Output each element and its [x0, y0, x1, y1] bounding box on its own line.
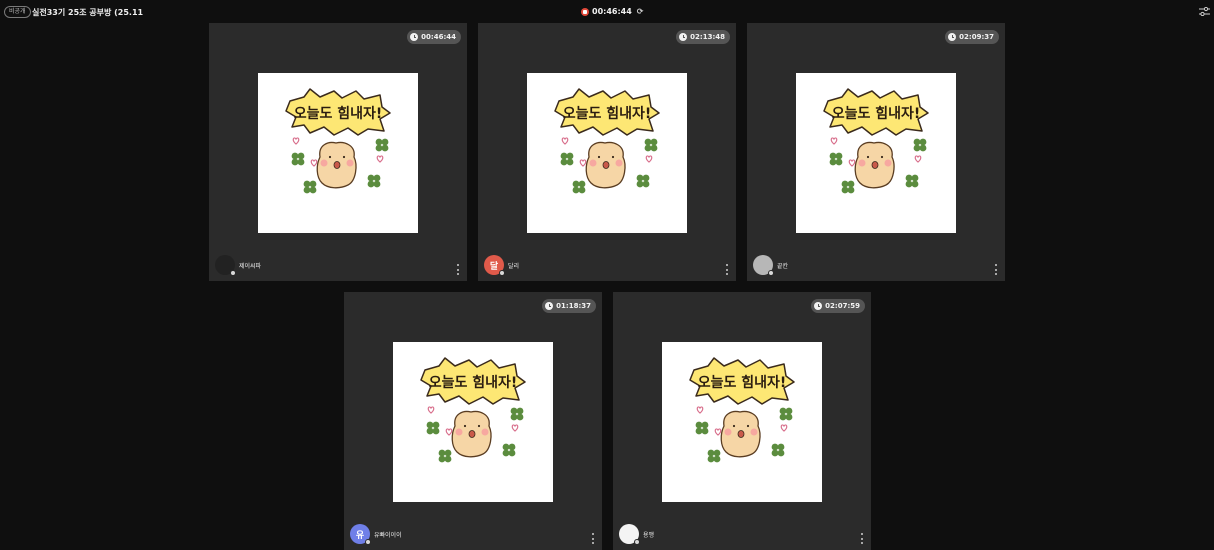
heart-icon — [579, 159, 587, 167]
participant-name: 끝칸 — [777, 262, 789, 270]
session-timer-text: 00:46:44 — [592, 7, 632, 16]
participant-name: 달리 — [508, 262, 520, 270]
heart-icon — [511, 424, 519, 432]
clock-icon — [814, 302, 823, 310]
clock-icon — [545, 302, 554, 310]
sticker-text: 오늘도 힘내자! — [832, 105, 921, 122]
sticker-illustration: 오늘도 힘내자! — [420, 357, 526, 463]
participant-info: 용맹 — [619, 524, 655, 545]
session-timer[interactable]: 00:46:44 ⟳ — [581, 7, 644, 16]
status-icon — [230, 270, 236, 276]
visibility-badge: 비공개 — [4, 6, 31, 18]
sticker-illustration: 오늘도 힘내자! — [689, 357, 795, 463]
study-timer: 01:18:37 — [542, 299, 596, 313]
status-icon — [768, 270, 774, 276]
clock-icon — [948, 33, 957, 41]
more-options-icon[interactable] — [591, 533, 594, 544]
sticker-image: 오늘도 힘내자! — [796, 73, 956, 233]
refresh-icon[interactable]: ⟳ — [637, 7, 644, 16]
study-timer-text: 02:13:48 — [690, 33, 725, 41]
study-timer-text: 01:18:37 — [556, 302, 591, 310]
study-timer-text: 02:07:59 — [825, 302, 860, 310]
sliders-icon[interactable] — [1199, 7, 1210, 16]
heart-icon — [561, 137, 569, 145]
clock-icon — [679, 33, 688, 41]
avatar[interactable]: 달 — [484, 255, 505, 276]
sticker-text: 오늘도 힘내자! — [294, 105, 383, 122]
participant-tile[interactable]: 02:13:48 오늘도 힘내자! 달 달리 — [478, 23, 736, 281]
participant-tile[interactable]: 02:09:37 오늘도 힘내자! 끝칸 — [747, 23, 1005, 281]
record-icon[interactable] — [581, 7, 589, 16]
participant-info: 제이씨파 — [215, 255, 262, 276]
avatar-initial: 유 — [355, 530, 365, 541]
participant-info: 달 달리 — [484, 255, 520, 276]
heart-icon — [376, 155, 384, 163]
study-timer: 02:07:59 — [811, 299, 865, 313]
more-options-icon[interactable] — [456, 264, 459, 275]
study-timer: 02:09:37 — [945, 30, 999, 44]
avatar[interactable] — [215, 255, 236, 276]
sticker-image: 오늘도 힘내자! — [527, 73, 687, 233]
participant-tile[interactable]: 00:46:44 오늘도 힘내자! 제이씨파 — [209, 23, 467, 281]
participant-name: 유빠이이이 — [374, 531, 402, 539]
sticker-illustration: 오늘도 힘내자! — [554, 88, 660, 194]
sticker-text: 오늘도 힘내자! — [563, 105, 652, 122]
sticker-text: 오늘도 힘내자! — [698, 374, 787, 391]
more-options-icon[interactable] — [725, 264, 728, 275]
sticker-image: 오늘도 힘내자! — [393, 342, 553, 502]
avatar[interactable]: 유 — [350, 524, 371, 545]
heart-icon — [445, 428, 453, 436]
study-timer: 00:46:44 — [407, 30, 461, 44]
study-timer-text: 02:09:37 — [959, 33, 994, 41]
study-timer-text: 00:46:44 — [421, 33, 456, 41]
more-options-icon[interactable] — [860, 533, 863, 544]
heart-icon — [914, 155, 922, 163]
sticker-image: 오늘도 힘내자! — [662, 342, 822, 502]
status-icon — [365, 539, 371, 545]
sticker-illustration: 오늘도 힘내자! — [823, 88, 929, 194]
sticker-illustration: 오늘도 힘내자! — [285, 88, 391, 194]
study-timer: 02:13:48 — [676, 30, 730, 44]
participant-tile[interactable]: 02:07:59 오늘도 힘내자! 용맹 — [613, 292, 871, 550]
participant-info: 유 유빠이이이 — [350, 524, 402, 545]
sticker-image: 오늘도 힘내자! — [258, 73, 418, 233]
heart-icon — [310, 159, 318, 167]
status-icon — [634, 539, 640, 545]
room-title: 실전33기 25조 공부방 (25.11 — [32, 8, 144, 17]
avatar[interactable] — [753, 255, 774, 276]
participant-info: 끝칸 — [753, 255, 789, 276]
status-icon — [499, 270, 505, 276]
heart-icon — [292, 137, 300, 145]
more-options-icon[interactable] — [994, 264, 997, 275]
sticker-text: 오늘도 힘내자! — [429, 374, 518, 391]
participant-name: 용맹 — [643, 531, 655, 539]
heart-icon — [696, 406, 704, 414]
avatar-initial: 달 — [489, 261, 499, 272]
heart-icon — [645, 155, 653, 163]
heart-icon — [848, 159, 856, 167]
heart-icon — [830, 137, 838, 145]
avatar[interactable] — [619, 524, 640, 545]
participant-name: 제이씨파 — [239, 262, 262, 270]
participant-tile[interactable]: 01:18:37 오늘도 힘내자! 유 유빠이이이 — [344, 292, 602, 550]
clock-icon — [410, 33, 419, 41]
heart-icon — [714, 428, 722, 436]
top-bar: 비공개 실전33기 25조 공부방 (25.11 00:46:44 ⟳ — [0, 0, 1214, 22]
heart-icon — [780, 424, 788, 432]
heart-icon — [427, 406, 435, 414]
